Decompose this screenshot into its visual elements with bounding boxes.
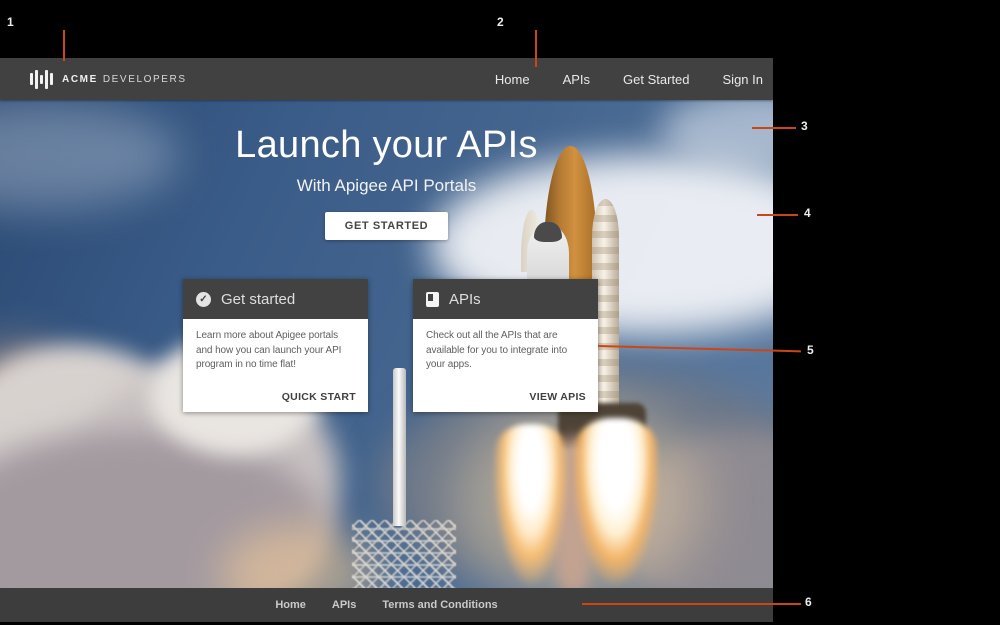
callout-line-6 — [582, 603, 801, 605]
card-get-started: Get started Learn more about Apigee port… — [183, 279, 368, 412]
lightning-mast — [393, 368, 406, 526]
nav-item-get-started[interactable]: Get Started — [623, 72, 689, 87]
brand-name: ACME DEVELOPERS — [62, 74, 187, 85]
site-footer: Home APIs Terms and Conditions — [0, 588, 773, 622]
footer-link-home[interactable]: Home — [275, 599, 306, 611]
card-apis: APIs Check out all the APIs that are ava… — [413, 279, 598, 412]
callout-number-5: 5 — [807, 344, 814, 356]
quick-start-link[interactable]: QUICK START — [282, 391, 356, 403]
equalizer-bars-icon — [30, 69, 53, 89]
screenshot-canvas: ACME DEVELOPERS Home APIs Get Started Sig… — [0, 0, 1000, 625]
card-title: APIs — [449, 291, 481, 308]
flame-plume-left — [494, 424, 568, 588]
logo[interactable]: ACME DEVELOPERS — [0, 69, 187, 89]
nav-item-apis[interactable]: APIs — [563, 72, 590, 87]
book-icon — [426, 292, 439, 307]
callout-line-3 — [752, 127, 796, 129]
callout-number-4: 4 — [804, 207, 811, 219]
card-body-text: Learn more about Apigee portals and how … — [183, 319, 368, 373]
portal-page: ACME DEVELOPERS Home APIs Get Started Sig… — [0, 58, 773, 622]
hero-subtitle: With Apigee API Portals — [0, 176, 773, 196]
callout-line-4 — [757, 214, 798, 216]
callout-number-2: 2 — [497, 16, 504, 28]
hero-title: Launch your APIs — [0, 124, 773, 167]
main-nav: Home APIs Get Started Sign In — [495, 72, 773, 87]
card-body-text: Check out all the APIs that are availabl… — [413, 319, 598, 373]
callout-line-1 — [63, 30, 65, 61]
flame-plume-right — [574, 418, 658, 588]
card-title: Get started — [221, 291, 295, 308]
hero-background-photo — [0, 100, 773, 588]
footer-link-terms[interactable]: Terms and Conditions — [382, 599, 497, 611]
card-header: Get started — [183, 279, 368, 319]
callout-number-1: 1 — [7, 16, 14, 28]
footer-link-apis[interactable]: APIs — [332, 599, 356, 611]
brand-name-bold: ACME — [62, 74, 98, 85]
hero-section: Launch your APIs With Apigee API Portals… — [0, 100, 773, 588]
card-header: APIs — [413, 279, 598, 319]
view-apis-link[interactable]: VIEW APIS — [529, 391, 586, 403]
nav-item-sign-in[interactable]: Sign In — [723, 72, 763, 87]
callout-number-6: 6 — [805, 596, 812, 608]
cta-row: GET STARTED — [0, 212, 773, 240]
brand-name-light: DEVELOPERS — [103, 74, 187, 85]
check-circle-icon — [196, 292, 211, 307]
callout-number-3: 3 — [801, 120, 808, 132]
get-started-button[interactable]: GET STARTED — [325, 212, 448, 240]
launchpad-truss — [352, 520, 456, 588]
nav-item-home[interactable]: Home — [495, 72, 530, 87]
site-header: ACME DEVELOPERS Home APIs Get Started Sig… — [0, 58, 773, 100]
callout-line-2 — [535, 30, 537, 67]
